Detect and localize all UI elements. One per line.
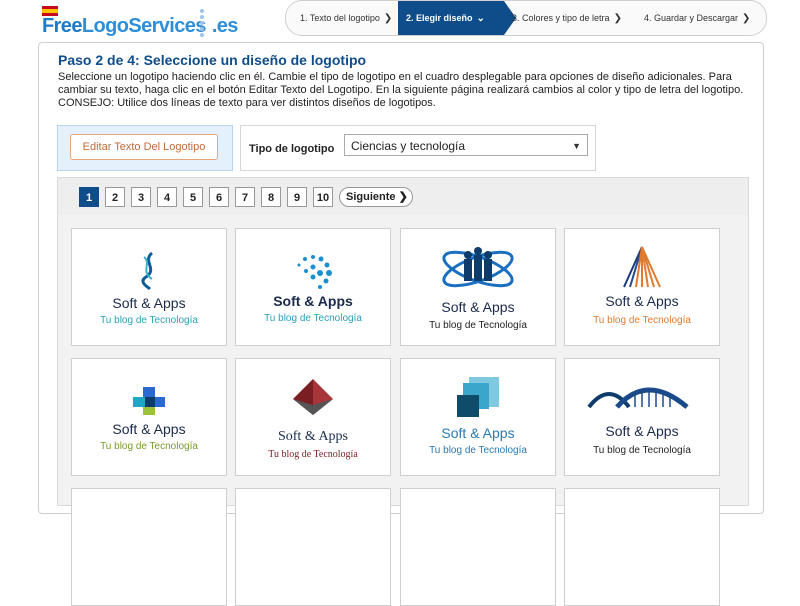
step-2-design[interactable]: 2. Elegir diseño ⌄ <box>398 1 516 35</box>
step-4-save[interactable]: 4. Guardar y Descargar ❯ <box>644 1 750 35</box>
pagination: 1 2 3 4 5 6 7 8 9 10 Siguiente ❯ <box>57 177 749 217</box>
edit-logo-text-button[interactable]: Editar Texto Del Logotipo <box>70 134 218 160</box>
team-orbit-icon <box>442 247 514 288</box>
logo-title: Soft & Apps <box>112 295 186 311</box>
logo-title: Soft & Apps <box>273 293 353 309</box>
step-1-text[interactable]: 1. Texto del logotipo ❯ <box>300 1 392 35</box>
page-10[interactable]: 10 <box>313 187 333 207</box>
logo-card-8[interactable]: Soft & Apps Tu blog de Tecnología <box>564 358 720 476</box>
next-page-button[interactable]: Siguiente ❯ <box>339 187 413 207</box>
page-4[interactable]: 4 <box>157 187 177 207</box>
page-6[interactable]: 6 <box>209 187 229 207</box>
page-8[interactable]: 8 <box>261 187 281 207</box>
logo-title: Soft & Apps <box>277 429 348 444</box>
step-navigation: 1. Texto del logotipo ❯ 2. Elegir diseño ⌄… <box>285 0 767 36</box>
dropdown-arrow-icon: ▼ <box>572 141 581 151</box>
edit-text-box: Editar Texto Del Logotipo <box>57 125 233 171</box>
logo-card-3[interactable]: Soft & Apps Tu blog de Tecnología <box>400 228 556 346</box>
bridge-arcs-icon <box>587 387 689 409</box>
logo-subtitle: Tu blog de Tecnología <box>429 320 527 331</box>
chevron-right-icon: ❯ <box>742 13 751 24</box>
dna-helix-icon <box>141 251 154 291</box>
logo-dots-icon <box>199 9 205 37</box>
logo-type-select[interactable]: Ciencias y tecnología ▼ <box>344 134 588 156</box>
logo-card-10[interactable] <box>235 488 391 606</box>
logo-card-11[interactable] <box>400 488 556 606</box>
logo-subtitle: Tu blog de Tecnología <box>100 315 198 326</box>
instructions-text: Seleccione un logotipo haciendo clic en … <box>58 71 744 109</box>
logo-title: Soft & Apps <box>605 293 679 309</box>
next-page-label: Siguiente <box>346 191 396 203</box>
pyramid-icon <box>293 379 333 415</box>
logo-card-4[interactable]: Soft & Apps Tu blog de Tecnología <box>564 228 720 346</box>
logo-type-label: Tipo de logotipo <box>249 143 335 155</box>
page-title: Paso 2 de 4: Seleccione un diseño de log… <box>58 52 367 68</box>
step-3-label: 3. Colores y tipo de letra <box>512 13 610 23</box>
logo-subtitle: Tu blog de Tecnología <box>100 441 198 452</box>
step-3-colors[interactable]: 3. Colores y tipo de letra ❯ <box>512 1 622 35</box>
logo-card-5[interactable]: Soft & Apps Tu blog de Tecnología <box>71 358 227 476</box>
logo-card-9[interactable] <box>71 488 227 606</box>
page-1[interactable]: 1 <box>79 187 99 207</box>
page-5[interactable]: 5 <box>183 187 203 207</box>
dot-globe-icon <box>297 255 332 289</box>
chevron-right-icon: ❯ <box>613 13 622 24</box>
step-1-label: 1. Texto del logotipo <box>300 13 380 23</box>
logo-text-es: .es <box>211 15 239 37</box>
logo-text-services: LogoServices <box>81 15 207 37</box>
step-2-label: 2. Elegir diseño <box>406 13 473 23</box>
logo-title: Soft & Apps <box>441 425 515 441</box>
logo-subtitle: Tu blog de Tecnología <box>593 315 691 326</box>
ray-triangle-icon <box>623 246 661 288</box>
logo-type-box: Tipo de logotipo Ciencias y tecnología ▼ <box>240 125 596 171</box>
logo-card-7[interactable]: Soft & Apps Tu blog de Tecnología <box>400 358 556 476</box>
chevron-right-icon: ❯ <box>398 191 408 203</box>
page-2[interactable]: 2 <box>105 187 125 207</box>
step-4-label: 4. Guardar y Descargar <box>644 13 739 23</box>
page-7[interactable]: 7 <box>235 187 255 207</box>
page-9[interactable]: 9 <box>287 187 307 207</box>
logo-subtitle: Tu blog de Tecnología <box>268 449 358 460</box>
site-logo-text: FreeLogoServices .es <box>42 15 238 38</box>
logo-subtitle: Tu blog de Tecnología <box>429 445 527 456</box>
logo-title: Soft & Apps <box>605 423 679 439</box>
chevron-right-icon: ❯ <box>383 13 393 24</box>
page-3[interactable]: 3 <box>131 187 151 207</box>
top-bar: FreeLogoServices .es 1. Texto del logotip… <box>0 0 800 42</box>
logo-card-2[interactable]: Soft & Apps Tu blog de Tecnología <box>235 228 391 346</box>
logo-subtitle: Tu blog de Tecnología <box>593 445 691 456</box>
puzzle-cross-icon <box>133 387 165 415</box>
logo-title: Soft & Apps <box>112 421 186 437</box>
logo-card-1[interactable]: Soft & Apps Tu blog de Tecnología <box>71 228 227 346</box>
logo-card-12[interactable] <box>564 488 720 606</box>
logo-title: Soft & Apps <box>441 299 515 315</box>
logo-subtitle: Tu blog de Tecnología <box>264 313 362 324</box>
chevron-down-icon: ⌄ <box>476 13 485 24</box>
stacked-squares-icon <box>457 377 499 417</box>
logo-type-value: Ciencias y tecnología <box>351 139 466 153</box>
logo-text-free: Free <box>42 15 82 37</box>
logo-card-6[interactable]: Soft & Apps Tu blog de Tecnología <box>235 358 391 476</box>
